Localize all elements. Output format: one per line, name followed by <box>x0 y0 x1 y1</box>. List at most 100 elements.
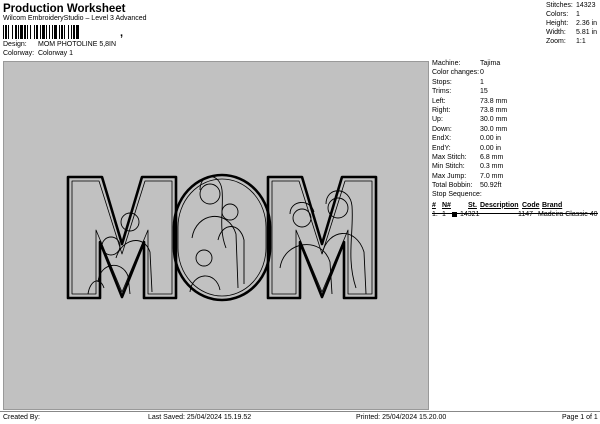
barcode-bar <box>30 25 31 39</box>
machine-value: 30.0 mm <box>480 125 508 133</box>
machine-row: EndX: 0.00 in <box>432 134 598 143</box>
barcode-suffix: , <box>120 27 124 39</box>
col-n: N# <box>442 201 451 209</box>
barcode-bar <box>68 25 69 39</box>
design-value: MOM PHOTOLINE 5,8IN <box>38 41 117 48</box>
software-subtitle: Wilcom EmbroideryStudio – Level 3 Advanc… <box>3 15 147 22</box>
machine-row: Right: 73.8 mm <box>432 106 598 115</box>
row-n: 1 <box>442 210 446 218</box>
col-description: Description <box>480 201 519 209</box>
machine-value: Tajima <box>480 60 501 67</box>
stat-row-height: Height: 2.36 in <box>546 19 600 28</box>
stat-key: Zoom: <box>546 38 566 45</box>
table-row: 1. 1 14321 1147 Madeira Classic 40 <box>432 210 598 219</box>
machine-key: Max Stitch: <box>432 153 467 161</box>
stat-value: 1 <box>576 11 580 18</box>
machine-value: 0 <box>480 69 484 77</box>
row-stitches: 14321 <box>460 210 480 218</box>
machine-value: 73.8 mm <box>480 97 508 105</box>
machine-key: EndX: <box>432 135 452 143</box>
barcode-bar <box>5 25 7 39</box>
stop-sequence-divider <box>432 213 598 214</box>
barcode-bar <box>46 25 47 39</box>
barcode-bar <box>73 25 75 39</box>
worksheet-title: Production Worksheet <box>3 3 126 15</box>
barcode-bar <box>12 25 13 39</box>
machine-key: Up: <box>432 116 443 124</box>
stat-row-colors: Colors: 1 <box>546 10 600 19</box>
col-brand: Brand <box>542 201 563 209</box>
machine-value: 50.92ft <box>480 182 502 190</box>
barcode-bar <box>3 25 4 39</box>
machine-row: Down: 30.0 mm <box>432 125 598 134</box>
machine-key: Total Bobbin: <box>432 182 473 190</box>
barcode-bar <box>24 25 26 39</box>
machine-row: EndY: 0.00 in <box>432 144 598 153</box>
stat-key: Colors: <box>546 11 569 18</box>
barcode-bar <box>18 25 19 39</box>
letter-m-left-inner <box>71 180 173 295</box>
machine-value: 0.00 in <box>480 135 502 143</box>
design-canvas[interactable] <box>3 61 429 410</box>
barcode-bar <box>40 25 41 39</box>
design-label: Design: <box>3 41 27 48</box>
footer: Created By: Last Saved: 25/04/2024 15.19… <box>0 412 600 424</box>
barcode-bar <box>71 25 72 39</box>
letter-m-right-outline <box>266 175 378 300</box>
machine-value: 15 <box>480 88 488 96</box>
machine-key: Down: <box>432 125 452 133</box>
embroidery-design-preview <box>66 173 378 302</box>
machine-value: 7.0 mm <box>480 172 504 180</box>
colorway-label: Colorway: <box>3 50 35 57</box>
barcode-bar <box>15 25 17 39</box>
machine-row: Up: 30.0 mm <box>432 115 598 124</box>
machine-row: Max Stitch: 6.8 mm <box>432 153 598 162</box>
row-code: 1147 <box>518 210 534 218</box>
machine-row: Max Jump: 7.0 mm <box>432 172 598 181</box>
stat-row-stitches: Stitches: 14323 <box>546 1 600 10</box>
stat-key: Stitches: <box>546 2 573 9</box>
created-by: Created By: <box>3 414 40 421</box>
design-stats: Stitches: 14323 Colors: 1 Height: 2.36 in W… <box>546 1 600 46</box>
machine-key: Color changes: <box>432 69 480 77</box>
barcode-bar <box>27 25 28 39</box>
machine-row: Min Stitch: 0.3 mm <box>432 162 598 171</box>
col-code: Code <box>522 201 540 209</box>
barcode-bar <box>76 25 79 39</box>
letter-m-left-outline <box>66 175 178 300</box>
barcode-bar <box>8 25 9 39</box>
barcode <box>3 25 79 39</box>
machine-value: 1 <box>480 78 484 86</box>
col-num: # <box>432 201 436 209</box>
machine-key: Stops: <box>432 78 452 86</box>
machine-key: Right: <box>432 106 451 114</box>
barcode-bar <box>36 25 38 39</box>
letter-m-right-inner <box>271 180 373 295</box>
machine-details-panel: Machine: Tajima Color changes: 0 Stops: 1 T… <box>432 59 598 219</box>
colorway-value: Colorway 1 <box>38 50 74 57</box>
machine-value: 0.3 mm <box>480 163 504 171</box>
stat-value: 5.81 in <box>576 29 598 36</box>
barcode-bar <box>64 25 65 39</box>
col-st: St. <box>468 201 477 209</box>
barcode-bar <box>61 25 63 39</box>
stat-row-width: Width: 5.81 in <box>546 28 600 37</box>
machine-row: Color changes: 0 <box>432 68 598 77</box>
stat-value: 14323 <box>576 2 596 9</box>
machine-value: 6.8 mm <box>480 153 504 161</box>
barcode-bar <box>59 25 60 39</box>
machine-row: Total Bobbin: 50.92ft <box>432 181 598 190</box>
row-description <box>486 210 518 219</box>
machine-row: Stops: 1 <box>432 78 598 87</box>
stat-value: 1:1 <box>576 38 586 45</box>
machine-key: EndY: <box>432 144 451 152</box>
machine-key: Trims: <box>432 88 452 96</box>
stop-sequence-label: Stop Sequence: <box>432 191 482 199</box>
machine-value: 0.00 in <box>480 144 502 152</box>
barcode-bar <box>49 25 50 39</box>
machine-key: Left: <box>432 97 446 105</box>
page-number: Page 1 of 1 <box>562 414 598 421</box>
barcode-bar <box>54 25 57 39</box>
stat-value: 2.36 in <box>576 20 598 27</box>
machine-row: Trims: 15 <box>432 87 598 96</box>
